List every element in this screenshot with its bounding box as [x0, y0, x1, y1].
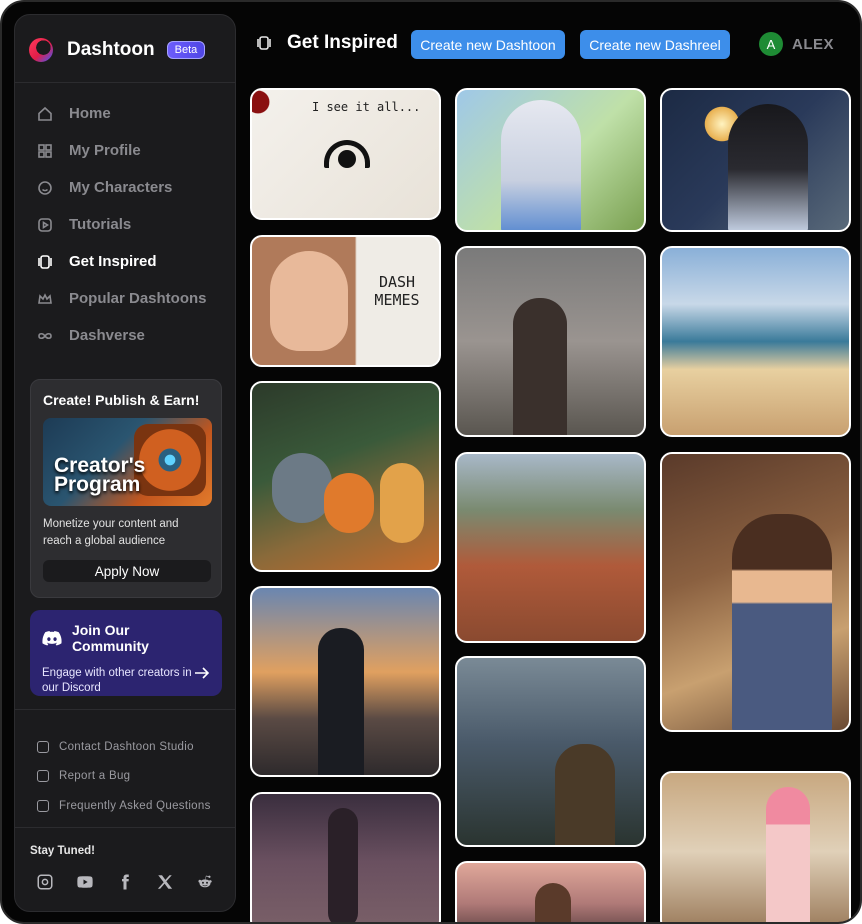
bug-icon: [37, 770, 49, 783]
play-icon: [37, 217, 53, 233]
silver-hair-girl-art: [501, 100, 581, 230]
x-icon[interactable]: [155, 872, 174, 891]
grid-icon: [37, 143, 53, 159]
village-boy-art: [555, 744, 615, 845]
gallery-tile[interactable]: [660, 246, 851, 437]
creator-program-card: Create! Publish & Earn! Creator's Progra…: [30, 379, 222, 598]
divider: [15, 827, 235, 828]
sidebar-item-my-characters[interactable]: My Characters: [15, 169, 235, 206]
dashtoon-logo-icon: [29, 38, 53, 62]
inspiration-gallery: I see it all... DASH MEMES: [250, 88, 851, 922]
community-description: Engage with other creators in our Discor…: [42, 667, 192, 694]
divider: [15, 82, 235, 83]
footer-links: Contact Dashtoon Studio Report a Bug Fre…: [37, 732, 211, 821]
dark-hair-girl-art: [728, 104, 808, 230]
social-links: [35, 872, 214, 891]
create-dashtoon-button[interactable]: Create new Dashtoon: [411, 30, 565, 59]
community-title: Join Our Community: [71, 622, 149, 654]
sidebar-item-get-inspired[interactable]: Get Inspired: [15, 243, 235, 280]
link-label: Report a Bug: [59, 770, 131, 783]
sidebar-item-dashverse[interactable]: Dashverse: [15, 317, 235, 354]
promo-description: Monetize your content and reach a global…: [43, 518, 179, 547]
avatar[interactable]: A: [759, 32, 783, 56]
gallery-tile[interactable]: [250, 381, 441, 572]
help-icon: [37, 799, 49, 812]
reddit-icon[interactable]: [195, 872, 214, 891]
sidebar-item-label: My Profile: [69, 142, 141, 159]
contact-studio-link[interactable]: Contact Dashtoon Studio: [37, 732, 211, 762]
stay-tuned-title: Stay Tuned!: [30, 845, 95, 857]
eye-pupil-art: [338, 150, 356, 168]
smiley-icon: [37, 180, 53, 196]
username[interactable]: ALEX: [792, 36, 834, 53]
home-icon: [37, 106, 53, 122]
brand[interactable]: Dashtoon Beta: [29, 35, 206, 65]
page-title: Get Inspired: [287, 32, 398, 53]
gallery-tile[interactable]: DASH MEMES: [250, 235, 441, 367]
creator-program-image[interactable]: Creator's Program: [43, 418, 212, 506]
gallery-tile[interactable]: [455, 246, 646, 437]
link-label: Frequently Asked Questions: [59, 799, 211, 812]
sidebar-item-my-profile[interactable]: My Profile: [15, 132, 235, 169]
top-bar: Get Inspired Create new Dashtoon Create …: [236, 2, 860, 86]
giraffe-art: [380, 463, 424, 543]
faq-link[interactable]: Frequently Asked Questions: [37, 791, 211, 821]
gallery-tile[interactable]: I see it all...: [250, 88, 441, 220]
link-label: Contact Dashtoon Studio: [59, 740, 194, 753]
tiger-art: [324, 473, 374, 533]
blood-splatter-art: [252, 90, 282, 130]
elephant-art: [272, 453, 332, 523]
infinity-icon: [37, 328, 53, 344]
crown-icon: [37, 291, 53, 307]
beta-badge: Beta: [166, 41, 206, 59]
divider: [15, 709, 235, 710]
sidebar-item-label: Tutorials: [69, 216, 132, 233]
sidebar-item-tutorials[interactable]: Tutorials: [15, 206, 235, 243]
sidebar-item-label: Get Inspired: [69, 253, 157, 270]
report-bug-link[interactable]: Report a Bug: [37, 762, 211, 792]
arrow-right-icon: [195, 667, 210, 679]
gallery-tile[interactable]: [250, 586, 441, 777]
kitchen-girl-art: [766, 787, 810, 922]
discord-icon: [42, 630, 62, 646]
cafe-boy-art: [732, 514, 832, 730]
sidebar-item-label: My Characters: [69, 179, 173, 196]
gallery-tile[interactable]: [660, 771, 851, 922]
meme-face-art: [270, 251, 348, 351]
bearded-man-art: [535, 883, 571, 922]
apply-now-button[interactable]: Apply Now: [43, 560, 211, 582]
inspire-icon: [37, 254, 53, 270]
app-window: Dashtoon Beta Home My Profile My Charact…: [0, 0, 862, 924]
gallery-tile[interactable]: [660, 452, 851, 732]
promo-title: Create! Publish & Earn!: [43, 392, 200, 408]
join-community-card[interactable]: Join Our Community Engage with other cre…: [30, 610, 222, 696]
community-header: Join Our Community: [42, 622, 210, 654]
sidebar-item-label: Popular Dashtoons: [69, 290, 207, 307]
gallery-tile[interactable]: [250, 792, 441, 922]
inspire-icon: [256, 35, 272, 51]
tile-caption: I see it all...: [312, 100, 421, 114]
sidebar-item-label: Home: [69, 105, 111, 122]
sidebar-item-label: Dashverse: [69, 327, 145, 344]
mail-icon: [37, 740, 49, 753]
city-boy-art: [318, 628, 364, 775]
facebook-icon[interactable]: [115, 872, 134, 891]
gallery-tile[interactable]: [660, 88, 851, 232]
alley-girl-art: [328, 808, 358, 922]
gallery-tile[interactable]: [455, 861, 646, 922]
brand-name: Dashtoon: [67, 39, 155, 60]
gallery-tile[interactable]: [455, 452, 646, 643]
gallery-tile[interactable]: [455, 656, 646, 847]
gallery-tile[interactable]: [455, 88, 646, 232]
create-dashreel-button[interactable]: Create new Dashreel: [580, 30, 730, 59]
sidebar-nav: Home My Profile My Characters Tutorials …: [15, 95, 235, 354]
sidebar-item-home[interactable]: Home: [15, 95, 235, 132]
instagram-icon[interactable]: [35, 872, 54, 891]
youtube-icon[interactable]: [75, 872, 94, 891]
sidebar-item-popular-dashtoons[interactable]: Popular Dashtoons: [15, 280, 235, 317]
sidebar: Dashtoon Beta Home My Profile My Charact…: [14, 14, 236, 912]
promo-image-text: Creator's Program: [54, 454, 146, 496]
protest-crowd-art: [513, 298, 567, 435]
tile-caption: DASH MEMES: [374, 273, 420, 309]
